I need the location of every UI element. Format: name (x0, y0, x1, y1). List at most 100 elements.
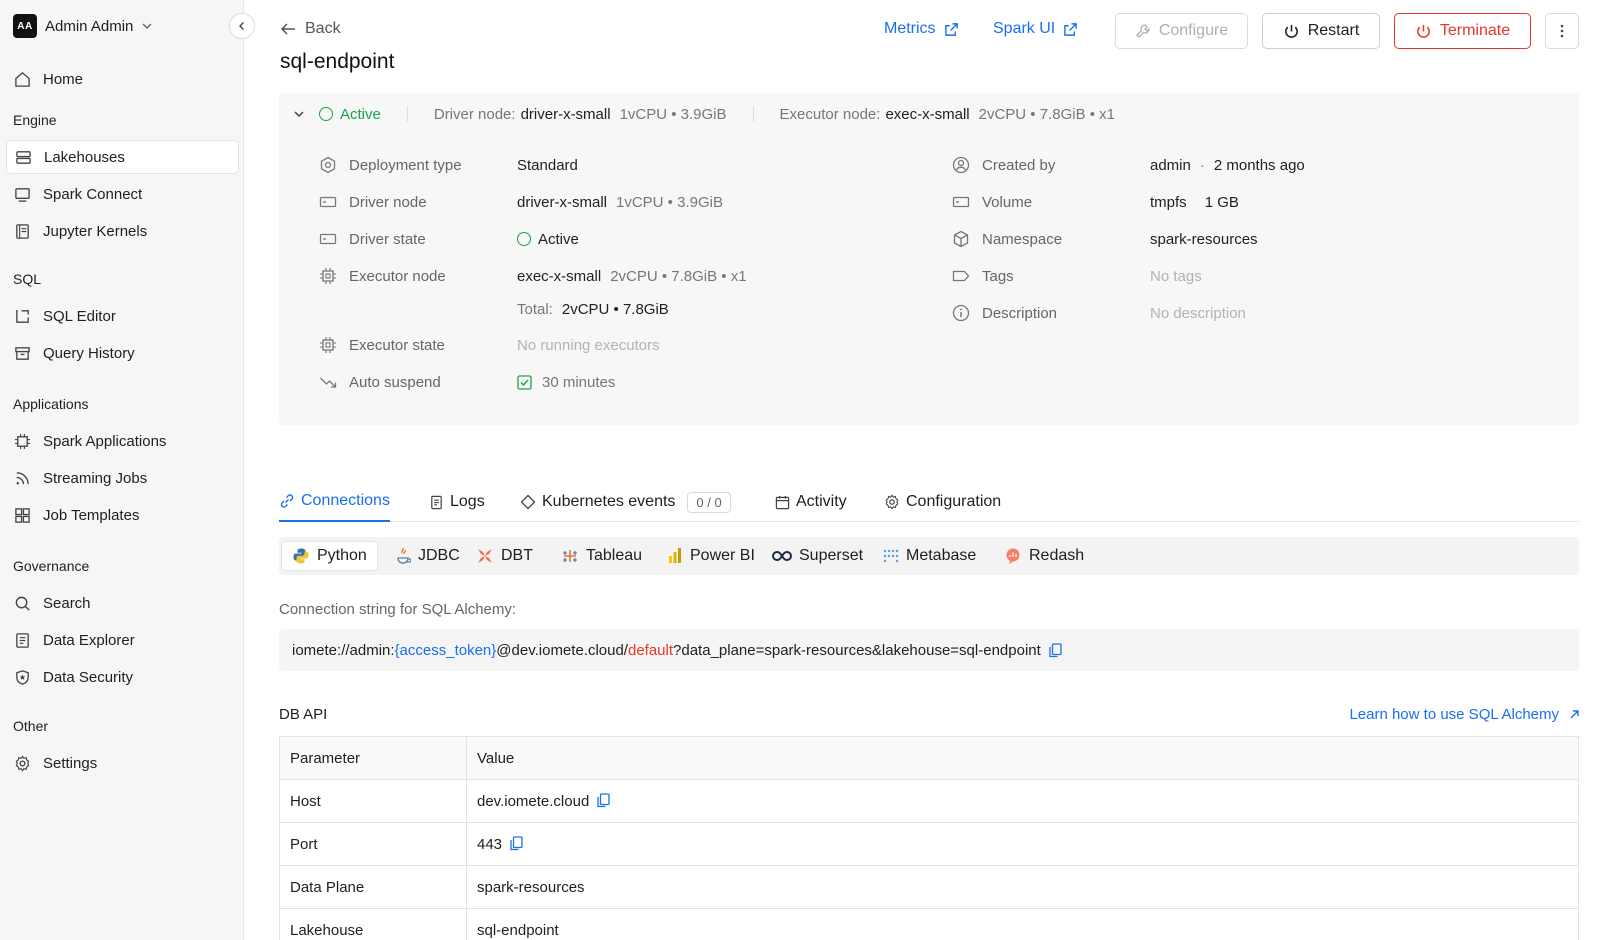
wrench-icon (1135, 24, 1150, 38)
lang-tab-dbt[interactable]: DBT (466, 541, 543, 571)
tab-activity[interactable]: Activity (775, 482, 847, 522)
spark-ui-link[interactable]: Spark UI (993, 20, 1078, 38)
lang-tab-python[interactable]: Python (281, 541, 378, 571)
document-icon (16, 632, 29, 648)
metabase-icon (883, 549, 899, 563)
sidebar-item-search[interactable]: Search (6, 586, 239, 620)
user-name: Admin Admin (45, 17, 134, 35)
restart-label: Restart (1307, 22, 1360, 39)
power-bi-icon (669, 548, 681, 563)
python-icon (293, 548, 309, 564)
sidebar-item-sql-editor[interactable]: SQL Editor (6, 299, 239, 333)
summary-executor-name: exec-x-small (885, 105, 970, 123)
param-name: Port (279, 822, 467, 866)
spark-ui-label: Spark UI (993, 20, 1056, 37)
sidebar-item-spark-applications[interactable]: Spark Applications (6, 424, 239, 458)
restart-button[interactable]: Restart (1262, 13, 1380, 49)
lang-tab-power-bi[interactable]: Power BI (657, 541, 765, 571)
node-icon (319, 196, 337, 208)
namespace-label: Namespace (952, 227, 1062, 251)
configure-button[interactable]: Configure (1115, 13, 1248, 49)
more-vertical-icon (1560, 24, 1564, 38)
param-value: spark-resources (466, 865, 1579, 909)
sidebar-item-label: Lakehouses (44, 148, 125, 166)
sidebar-item-data-explorer[interactable]: Data Explorer (6, 623, 239, 657)
lang-tab-redash[interactable]: Redash (994, 541, 1094, 571)
file-text-icon (431, 495, 442, 509)
tab-configuration[interactable]: Configuration (884, 482, 1001, 522)
learn-sql-alchemy-link[interactable]: Learn how to use SQL Alchemy (1349, 706, 1580, 723)
connection-string: iomete://admin: {access_token} @dev.iomete… (279, 629, 1579, 671)
chevron-down-icon[interactable] (293, 108, 305, 120)
grid-icon (15, 507, 30, 523)
executor-node-value: exec-x-small 2vCPU • 7.8GiB • x1 (517, 267, 747, 285)
copy-icon[interactable] (1049, 642, 1062, 658)
sidebar-section-governance: Governance (13, 558, 90, 574)
archive-icon (15, 346, 30, 360)
sidebar-section-applications: Applications (13, 396, 89, 412)
driver-node-value: driver-x-small 1vCPU • 3.9GiB (517, 193, 723, 211)
summary-row: Active Driver node: driver-x-small 1vCPU… (293, 102, 1115, 126)
summary-driver-label: Driver node: (433, 105, 516, 123)
lang-tab-metabase[interactable]: Metabase (873, 541, 986, 571)
sidebar-item-settings[interactable]: Settings (6, 746, 239, 780)
connection-string-label: Connection string for SQL Alchemy: (279, 601, 517, 618)
chevron-down-icon (142, 23, 152, 29)
calendar-icon (775, 495, 790, 509)
metrics-link[interactable]: Metrics (884, 20, 959, 38)
summary-driver-spec: 1vCPU • 3.9GiB (619, 105, 727, 123)
table-row: Data Plane spark-resources (279, 865, 1579, 909)
user-menu[interactable]: AA Admin Admin (13, 13, 153, 39)
power-icon (1284, 24, 1298, 38)
sidebar-item-job-templates[interactable]: Job Templates (6, 498, 239, 532)
sidebar-item-label: Search (43, 594, 91, 612)
more-options-button[interactable] (1545, 13, 1579, 49)
created-by-value: admin · 2 months ago (1150, 156, 1305, 174)
copy-icon[interactable] (510, 835, 523, 851)
tab-logs[interactable]: Logs (429, 482, 485, 522)
infinity-icon (772, 550, 792, 562)
collapse-sidebar-button[interactable] (229, 13, 255, 39)
sidebar-item-label: Home (43, 70, 84, 88)
param-value: 443 (466, 822, 1579, 866)
copy-icon[interactable] (597, 792, 610, 808)
notebook-icon (16, 223, 29, 239)
sidebar-item-streaming-jobs[interactable]: Streaming Jobs (6, 461, 239, 495)
created-by-label: Created by (952, 153, 1055, 177)
driver-node-label: Driver node (319, 190, 427, 214)
metrics-label: Metrics (884, 20, 936, 37)
java-icon (397, 547, 411, 564)
lang-tab-tableau[interactable]: Tableau (551, 541, 652, 571)
namespace-value: spark-resources (1150, 230, 1258, 248)
sidebar-item-jupyter-kernels[interactable]: Jupyter Kernels (6, 214, 239, 248)
sidebar-item-spark-connect[interactable]: Spark Connect (6, 177, 239, 211)
tab-connections[interactable]: Connections (279, 482, 390, 522)
arrow-up-right-icon (1570, 710, 1579, 719)
back-link[interactable]: Back (280, 20, 341, 38)
sidebar-item-lakehouses[interactable]: Lakehouses (6, 140, 239, 174)
sidebar-item-label: Spark Connect (43, 185, 143, 203)
table-row: Port 443 (279, 822, 1579, 866)
sidebar-item-query-history[interactable]: Query History (6, 336, 239, 370)
terminate-button[interactable]: Terminate (1394, 13, 1531, 49)
description-label: Description (952, 301, 1057, 325)
sidebar-item-home[interactable]: Home (6, 62, 239, 96)
connection-language-tabs: Python JDBC DBT Tableau Power BI Superse… (279, 537, 1579, 575)
status-badge: Active (319, 106, 381, 123)
sidebar-item-label: Spark Applications (43, 432, 167, 450)
tab-kubernetes-events[interactable]: Kubernetes events 0 / 0 (520, 482, 731, 522)
driver-state-value: Active (517, 227, 579, 251)
dbt-icon (478, 549, 492, 563)
lang-tab-jdbc[interactable]: JDBC (385, 541, 470, 571)
sidebar-item-label: Jupyter Kernels (43, 222, 148, 240)
sidebar-item-data-security[interactable]: Data Security (6, 660, 239, 694)
sidebar: AA Admin Admin Home Engine Lakehouses Sp… (0, 0, 244, 940)
sidebar-section-engine: Engine (13, 112, 57, 128)
param-value: dev.iomete.cloud (466, 779, 1579, 823)
description-value: No description (1150, 304, 1246, 322)
sidebar-item-label: SQL Editor (43, 307, 116, 325)
deployment-type-value: Standard (517, 156, 578, 174)
home-icon (15, 71, 30, 87)
back-label: Back (305, 20, 341, 37)
lang-tab-superset[interactable]: Superset (762, 541, 873, 571)
